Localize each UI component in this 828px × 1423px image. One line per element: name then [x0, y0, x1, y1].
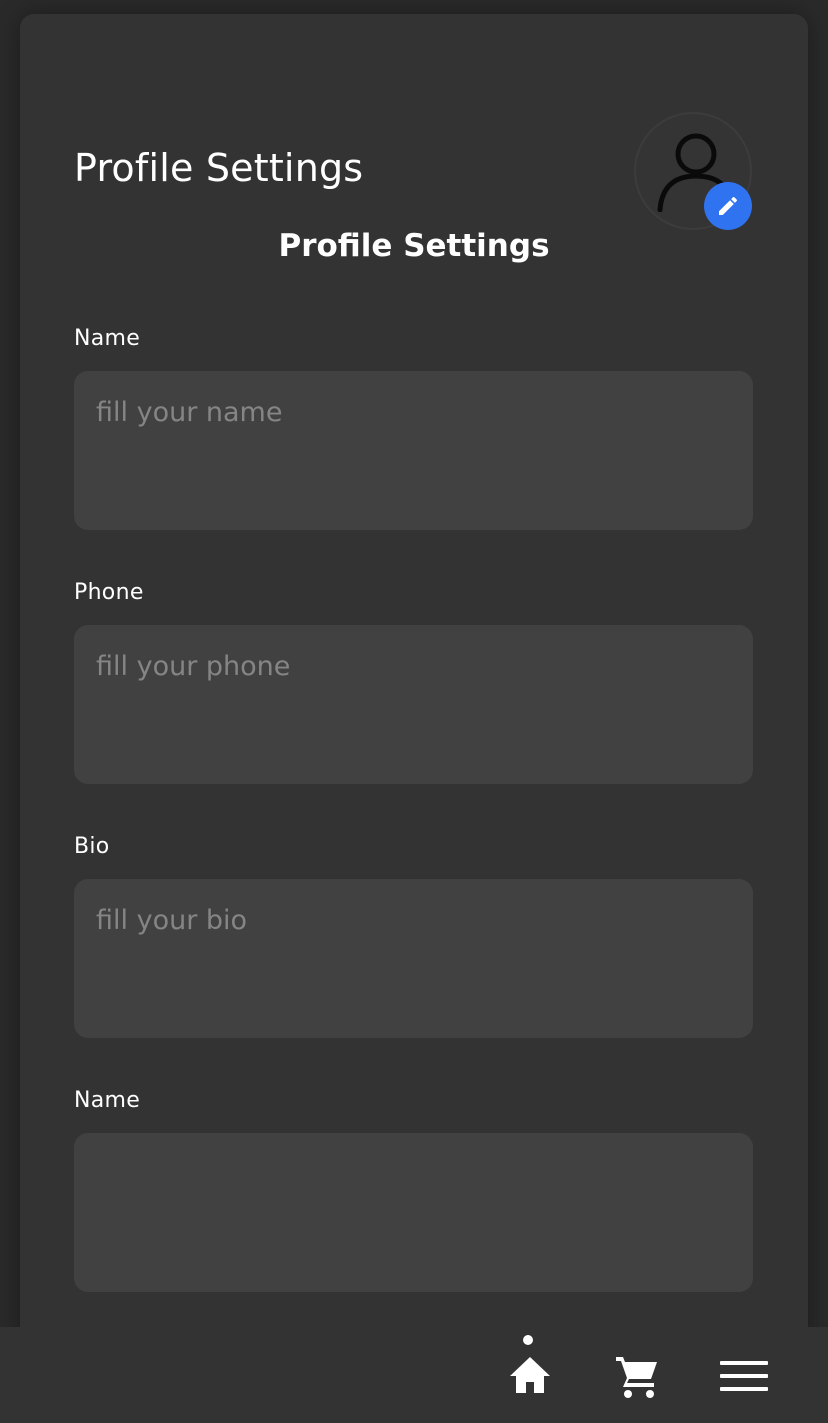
name-field[interactable] — [74, 371, 753, 530]
nav-home-button[interactable] — [505, 1352, 555, 1398]
second-name-label: Name — [74, 1088, 141, 1113]
profile-settings-screen: Profile Settings Profile Settings Name P… — [0, 0, 828, 1423]
nav-menu-button[interactable] — [718, 1356, 770, 1396]
bio-field[interactable] — [74, 879, 753, 1038]
page-title: Profile Settings — [74, 146, 364, 190]
nav-cart-button[interactable] — [612, 1352, 662, 1400]
cart-icon — [616, 1357, 657, 1398]
form-title: Profile Settings — [278, 228, 550, 264]
bio-label: Bio — [74, 834, 110, 859]
menu-icon — [720, 1361, 768, 1391]
edit-avatar-button[interactable] — [704, 182, 752, 230]
second-name-field[interactable] — [74, 1133, 753, 1292]
active-indicator-dot — [523, 1335, 533, 1345]
phone-label: Phone — [74, 580, 144, 605]
pencil-icon — [719, 196, 738, 215]
phone-field[interactable] — [74, 625, 753, 784]
bottom-nav — [0, 1327, 828, 1423]
name-label: Name — [74, 326, 141, 351]
home-icon — [510, 1357, 550, 1393]
